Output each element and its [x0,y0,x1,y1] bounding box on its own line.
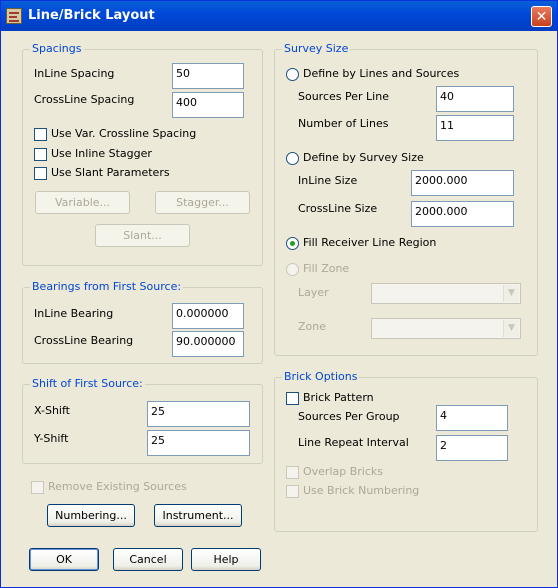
sources-per-line-input[interactable]: 40 [436,86,514,112]
brick-options-group: Brick Options Brick Pattern Sources Per … [274,370,538,532]
brick-options-legend: Brick Options [282,370,360,383]
overlap-bricks-label: Overlap Bricks [303,465,384,478]
bearings-legend: Bearings from First Source: [30,280,184,293]
fill-receiver-label: Fill Receiver Line Region [303,236,437,249]
define-lines-label: Define by Lines and Sources [303,67,460,80]
crossline-size-input[interactable]: 2000.000 [411,201,514,227]
zone-label: Zone [298,320,327,333]
app-icon [6,8,22,24]
inline-spacing-input[interactable]: 50 [172,63,244,89]
crossline-bearing-label: CrossLine Bearing [34,334,134,347]
crossline-spacing-input[interactable]: 400 [172,92,244,118]
number-of-lines-label: Number of Lines [298,117,389,130]
survey-size-legend: Survey Size [282,42,351,55]
x-shift-input[interactable]: 25 [147,401,250,427]
instrument-button[interactable]: Instrument... [154,504,242,527]
line-repeat-input[interactable]: 2 [436,435,508,461]
brick-numbering-label: Use Brick Numbering [303,484,420,497]
inline-spacing-label: InLine Spacing [34,67,115,80]
y-shift-input[interactable]: 25 [147,430,250,456]
spacings-legend: Spacings [30,42,84,55]
brick-pattern-label: Brick Pattern [303,391,374,404]
crossline-bearing-input[interactable]: 90.000000 [172,331,244,357]
close-icon[interactable]: ✕ [531,6,552,27]
window-title: Line/Brick Layout [28,8,155,23]
number-of-lines-input[interactable]: 11 [436,115,514,141]
shift-legend: Shift of First Source: [30,377,145,390]
inline-bearing-label: InLine Bearing [34,307,114,320]
title-bar[interactable]: Line/Brick Layout ✕ [1,1,557,31]
layer-label: Layer [298,286,329,299]
stagger-button[interactable]: Stagger... [155,191,250,214]
inline-size-label: InLine Size [298,174,358,187]
crossline-size-label: CrossLine Size [298,202,378,215]
define-size-label: Define by Survey Size [303,151,424,164]
dialog-window: Line/Brick Layout ✕ Spacings InLine Spac… [0,0,558,588]
numbering-button[interactable]: Numbering... [47,504,135,527]
shift-group: Shift of First Source: X-Shift 25 Y-Shif… [22,377,263,464]
crossline-spacing-label: CrossLine Spacing [34,93,135,106]
cancel-button[interactable]: Cancel [113,548,183,571]
bearings-group: Bearings from First Source: InLine Beari… [22,280,263,364]
sources-per-group-input[interactable]: 4 [436,405,508,431]
spacings-group: Spacings InLine Spacing 50 CrossLine Spa… [22,42,263,266]
slant-button[interactable]: Slant... [95,224,190,247]
line-repeat-label: Line Repeat Interval [298,436,409,449]
zone-select[interactable]: ▼ [371,318,521,339]
variable-button[interactable]: Variable... [35,191,130,214]
survey-size-group: Survey Size Define by Lines and Sources … [274,42,538,356]
inline-bearing-input[interactable]: 0.000000 [172,303,244,329]
chevron-down-icon[interactable]: ▼ [503,285,519,302]
ok-button[interactable]: OK [29,548,99,571]
remove-existing-label: Remove Existing Sources [48,480,187,493]
sources-per-group-label: Sources Per Group [298,410,400,423]
fill-zone-label: Fill Zone [303,262,350,275]
inline-size-input[interactable]: 2000.000 [411,170,514,196]
layer-select[interactable]: ▼ [371,283,521,304]
y-shift-label: Y-Shift [34,432,69,445]
help-button[interactable]: Help [191,548,261,571]
inline-stagger-label: Use Inline Stagger [51,147,152,160]
chevron-down-icon[interactable]: ▼ [503,320,519,337]
var-crossline-label: Use Var. Crossline Spacing [51,127,197,140]
selected-radio-dot [290,241,295,246]
x-shift-label: X-Shift [34,404,70,417]
sources-per-line-label: Sources Per Line [298,90,389,103]
slant-params-label: Use Slant Parameters [51,166,170,179]
